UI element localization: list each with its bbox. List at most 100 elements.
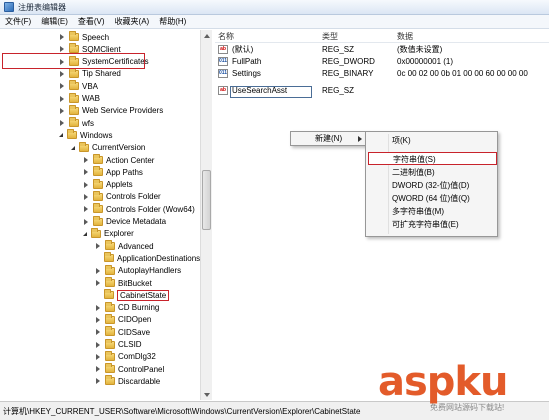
tree-scrollbar[interactable] [200, 30, 212, 400]
submenu-item[interactable]: 项(K) [366, 134, 497, 147]
collapse-arrow-icon[interactable] [96, 316, 100, 323]
tree-item[interactable]: Explorer [82, 227, 134, 240]
tree-item[interactable]: Speech [58, 31, 109, 43]
menu-file[interactable]: 文件(F) [0, 15, 36, 29]
tree-item[interactable]: App Paths [82, 166, 143, 178]
tree-item[interactable]: BitBucket [94, 277, 152, 289]
tree-item-label: Device Metadata [106, 217, 167, 226]
tree-item-label: Controls Folder [106, 192, 161, 202]
submenu-item[interactable]: 字符串值(S) [368, 152, 497, 165]
value-row[interactable]: ab (默认) REG_SZ (数值未设置) [215, 44, 549, 56]
collapse-arrow-icon[interactable] [60, 46, 64, 53]
tree-item[interactable]: CabinetState [94, 289, 170, 301]
tree-item[interactable]: VBA [58, 80, 98, 92]
binary-value-icon: 011 [218, 57, 228, 66]
menu-help[interactable]: 帮助(H) [154, 15, 191, 29]
tree-item[interactable]: ApplicationDestinations [94, 252, 200, 264]
tree-item[interactable]: Controls Folder [82, 190, 161, 203]
submenu-item[interactable]: 多字符串值(M) [366, 205, 497, 218]
collapse-arrow-icon[interactable] [60, 107, 64, 114]
tree-item[interactable]: Device Metadata [82, 215, 167, 228]
tree-item[interactable]: CIDSave [94, 326, 150, 338]
tree-item[interactable]: Windows [58, 129, 112, 141]
tree-item-label: Advanced [118, 241, 154, 251]
collapse-arrow-icon[interactable] [84, 169, 88, 176]
column-header-type[interactable]: 类型 [322, 30, 338, 43]
expand-arrow-icon[interactable] [59, 133, 63, 138]
collapse-arrow-icon[interactable] [96, 267, 100, 274]
tree-item[interactable]: Discardable [94, 375, 160, 387]
tree-item-label: Web Service Providers [82, 106, 164, 116]
tree-item[interactable]: CLSID [94, 338, 142, 351]
tree-item[interactable]: WAB [58, 92, 100, 105]
submenu-item[interactable]: QWORD (64 位)值(Q) [366, 192, 497, 205]
submenu-item[interactable]: 可扩充字符串值(E) [366, 218, 497, 231]
menu-edit[interactable]: 编辑(E) [36, 15, 73, 29]
collapse-arrow-icon[interactable] [60, 83, 64, 90]
scroll-up-icon[interactable] [201, 30, 212, 41]
expand-arrow-icon[interactable] [71, 145, 75, 150]
collapse-arrow-icon[interactable] [96, 304, 100, 311]
tree-item-label: CurrentVersion [92, 143, 146, 153]
value-name: (默认) [232, 45, 254, 54]
value-row[interactable]: 011 FullPath REG_DWORD 0x00000001 (1) [215, 56, 549, 68]
expand-arrow-icon[interactable] [83, 231, 87, 236]
collapse-arrow-icon[interactable] [60, 95, 64, 102]
folder-icon [91, 227, 101, 238]
tree-item-label: Controls Folder (Wow64) [106, 204, 195, 214]
tree-item[interactable]: CD Burning [94, 301, 159, 314]
collapse-arrow-icon[interactable] [96, 329, 100, 336]
collapse-arrow-icon[interactable] [96, 353, 100, 360]
value-data: 0x00000001 (1) [397, 57, 454, 66]
collapse-arrow-icon[interactable] [84, 193, 88, 200]
collapse-arrow-icon[interactable] [84, 218, 88, 225]
scroll-down-icon[interactable] [201, 389, 212, 400]
column-header-data[interactable]: 数据 [397, 30, 413, 43]
collapse-arrow-icon[interactable] [96, 243, 100, 250]
menu-view[interactable]: 查看(V) [73, 15, 110, 29]
tree-item[interactable]: wfs [58, 117, 94, 129]
collapse-arrow-icon[interactable] [96, 378, 100, 385]
tree-item[interactable]: CurrentVersion [70, 141, 146, 154]
tree-item[interactable]: ComDlg32 [94, 350, 156, 363]
value-name: Settings [232, 69, 261, 78]
collapse-arrow-icon[interactable] [96, 366, 100, 373]
submenu-item[interactable]: 二进制值(B) [366, 166, 497, 179]
tree-item[interactable]: Applets [82, 178, 133, 191]
folder-icon [105, 375, 115, 386]
collapse-arrow-icon[interactable] [96, 341, 100, 348]
tree-item[interactable]: Action Center [82, 154, 154, 166]
collapse-arrow-icon[interactable] [84, 206, 88, 213]
collapse-arrow-icon[interactable] [84, 157, 88, 163]
tree-item-label: ComDlg32 [118, 352, 156, 362]
tree-item[interactable]: ControlPanel [94, 363, 164, 375]
value-row[interactable]: ab UseSearchAsst REG_SZ [215, 85, 549, 98]
value-row[interactable]: 011 Settings REG_BINARY 0c 00 02 00 0b 01 0… [215, 68, 549, 80]
tree-item[interactable]: Controls Folder (Wow64) [82, 203, 195, 215]
registry-tree: Speech SQMClient SystemCertificates Tip Sha… [0, 30, 212, 400]
folder-icon [93, 166, 103, 177]
column-header-name[interactable]: 名称 [218, 30, 234, 43]
tree-item[interactable]: Tip Shared [58, 67, 121, 80]
scroll-thumb[interactable] [202, 170, 211, 230]
tree-item[interactable]: AutoplayHandlers [94, 264, 182, 277]
collapse-arrow-icon[interactable] [96, 280, 100, 286]
tree-item[interactable]: CIDOpen [94, 313, 151, 326]
tree-item-label: AutoplayHandlers [118, 266, 182, 276]
collapse-arrow-icon[interactable] [60, 120, 64, 127]
regedit-app-icon [4, 2, 14, 12]
context-menu: 新建(N) [290, 131, 368, 146]
folder-icon [93, 190, 103, 201]
submenu-item[interactable]: DWORD (32-位)值(D) [366, 179, 497, 192]
tree-item[interactable]: Advanced [94, 240, 154, 252]
folder-icon [93, 178, 103, 189]
menu-favorites[interactable]: 收藏夹(A) [110, 15, 155, 29]
tree-item[interactable]: Web Service Providers [58, 104, 164, 117]
tree-item-label: Windows [80, 130, 113, 140]
collapse-arrow-icon[interactable] [60, 70, 64, 77]
collapse-arrow-icon[interactable] [84, 181, 88, 188]
tree-item-label: wfs [82, 118, 94, 128]
string-value-icon: ab [218, 45, 228, 54]
collapse-arrow-icon[interactable] [60, 34, 64, 40]
context-menu-new[interactable]: 新建(N) [291, 132, 367, 145]
